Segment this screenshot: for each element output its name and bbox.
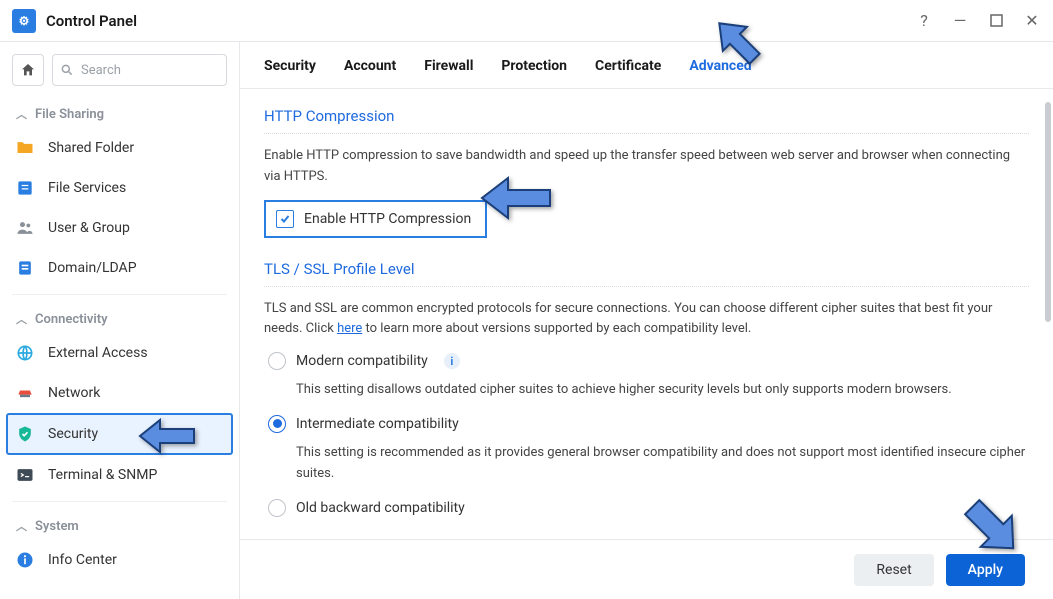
close-button[interactable]: ✕	[1023, 12, 1041, 30]
footer: Reset Apply	[240, 539, 1053, 599]
chevron-up-icon: ︿	[16, 311, 27, 327]
section-title-http-compression: HTTP Compression	[264, 107, 1029, 134]
group-label: Connectivity	[35, 312, 108, 327]
shield-icon	[14, 423, 36, 445]
reset-button[interactable]: Reset	[854, 554, 933, 586]
search-input[interactable]	[52, 54, 227, 86]
sidebar-item-label: Info Center	[48, 552, 117, 568]
sidebar-item-domain-ldap[interactable]: Domain/LDAP	[0, 248, 239, 288]
radio-old-backward-compatibility[interactable]: Old backward compatibility	[268, 499, 1029, 517]
sidebar-item-label: Security	[48, 426, 98, 442]
network-icon	[14, 382, 36, 404]
sidebar-item-terminal-snmp[interactable]: Terminal & SNMP	[0, 455, 239, 495]
sidebar-item-label: Terminal & SNMP	[48, 467, 157, 483]
radio-input[interactable]	[268, 352, 286, 370]
app-icon: ⚙	[12, 9, 36, 33]
content: HTTP Compression Enable HTTP compression…	[240, 89, 1053, 539]
user-group-icon	[14, 217, 36, 239]
group-connectivity[interactable]: ︿ Connectivity	[0, 301, 239, 333]
minimize-button[interactable]: —	[951, 12, 969, 30]
sidebar-item-label: Network	[48, 385, 100, 401]
sidebar-item-external-access[interactable]: External Access	[0, 333, 239, 373]
chevron-up-icon: ︿	[16, 106, 27, 122]
tab-protection[interactable]: Protection	[501, 58, 567, 88]
help-button[interactable]: ?	[915, 12, 933, 30]
sidebar-item-info-center[interactable]: Info Center	[0, 540, 239, 580]
radio-desc-modern: This setting disallows outdated cipher s…	[268, 378, 1029, 415]
terminal-icon	[14, 464, 36, 486]
enable-http-compression-label: Enable HTTP Compression	[304, 211, 471, 227]
radio-label: Intermediate compatibility	[296, 416, 459, 432]
tls-desc-after: to learn more about versions supported b…	[362, 321, 751, 336]
radio-input[interactable]	[268, 499, 286, 517]
sidebar-item-shared-folder[interactable]: Shared Folder	[0, 128, 239, 168]
main-panel: Security Account Firewall Protection Cer…	[240, 42, 1053, 599]
sidebar-item-label: Domain/LDAP	[48, 260, 137, 276]
radio-intermediate-compatibility[interactable]: Intermediate compatibility	[268, 415, 1029, 433]
home-button[interactable]	[12, 54, 44, 86]
tab-certificate[interactable]: Certificate	[595, 58, 661, 88]
tab-security[interactable]: Security	[264, 58, 316, 88]
info-icon[interactable]: i	[444, 353, 460, 369]
radio-desc-intermediate: This setting is recommended as it provid…	[268, 441, 1029, 499]
sidebar-item-label: Shared Folder	[48, 140, 134, 156]
window-title: Control Panel	[46, 12, 137, 30]
radio-label: Old backward compatibility	[296, 500, 465, 516]
radio-input[interactable]	[268, 415, 286, 433]
group-label: System	[35, 519, 79, 534]
domain-ldap-icon	[14, 257, 36, 279]
section-desc-tls: TLS and SSL are common encrypted protoco…	[264, 299, 1029, 341]
titlebar: ⚙ Control Panel ? — ✕	[0, 0, 1053, 42]
sidebar-item-label: File Services	[48, 180, 126, 196]
sidebar: ︿ File Sharing Shared Folder File Servic…	[0, 42, 240, 599]
info-icon	[14, 549, 36, 571]
radio-label: Modern compatibility	[296, 353, 428, 369]
radio-modern-compatibility[interactable]: Modern compatibility i	[268, 352, 1029, 370]
enable-http-compression-checkbox[interactable]	[276, 210, 294, 228]
globe-icon	[14, 342, 36, 364]
section-title-tls: TLS / SSL Profile Level	[264, 260, 1029, 287]
tls-learn-more-link[interactable]: here	[337, 321, 362, 336]
apply-button[interactable]: Apply	[946, 554, 1025, 586]
tab-account[interactable]: Account	[344, 58, 396, 88]
group-file-sharing[interactable]: ︿ File Sharing	[0, 96, 239, 128]
scrollbar-thumb[interactable]	[1045, 102, 1051, 322]
group-system[interactable]: ︿ System	[0, 508, 239, 540]
sidebar-item-file-services[interactable]: File Services	[0, 168, 239, 208]
sidebar-item-user-group[interactable]: User & Group	[0, 208, 239, 248]
enable-http-compression-row[interactable]: Enable HTTP Compression	[264, 200, 487, 238]
tabs: Security Account Firewall Protection Cer…	[240, 42, 1053, 89]
sidebar-item-label: User & Group	[48, 220, 130, 236]
group-label: File Sharing	[35, 107, 104, 122]
sidebar-item-label: External Access	[48, 345, 148, 361]
sidebar-item-network[interactable]: Network	[0, 373, 239, 413]
tab-firewall[interactable]: Firewall	[424, 58, 473, 88]
chevron-up-icon: ︿	[16, 518, 27, 534]
tab-advanced[interactable]: Advanced	[689, 58, 751, 88]
search-icon	[60, 63, 74, 77]
section-desc-http-compression: Enable HTTP compression to save bandwidt…	[264, 146, 1029, 188]
file-services-icon	[14, 177, 36, 199]
folder-icon	[14, 137, 36, 159]
maximize-button[interactable]	[987, 12, 1005, 30]
sidebar-item-security[interactable]: Security	[6, 413, 233, 455]
